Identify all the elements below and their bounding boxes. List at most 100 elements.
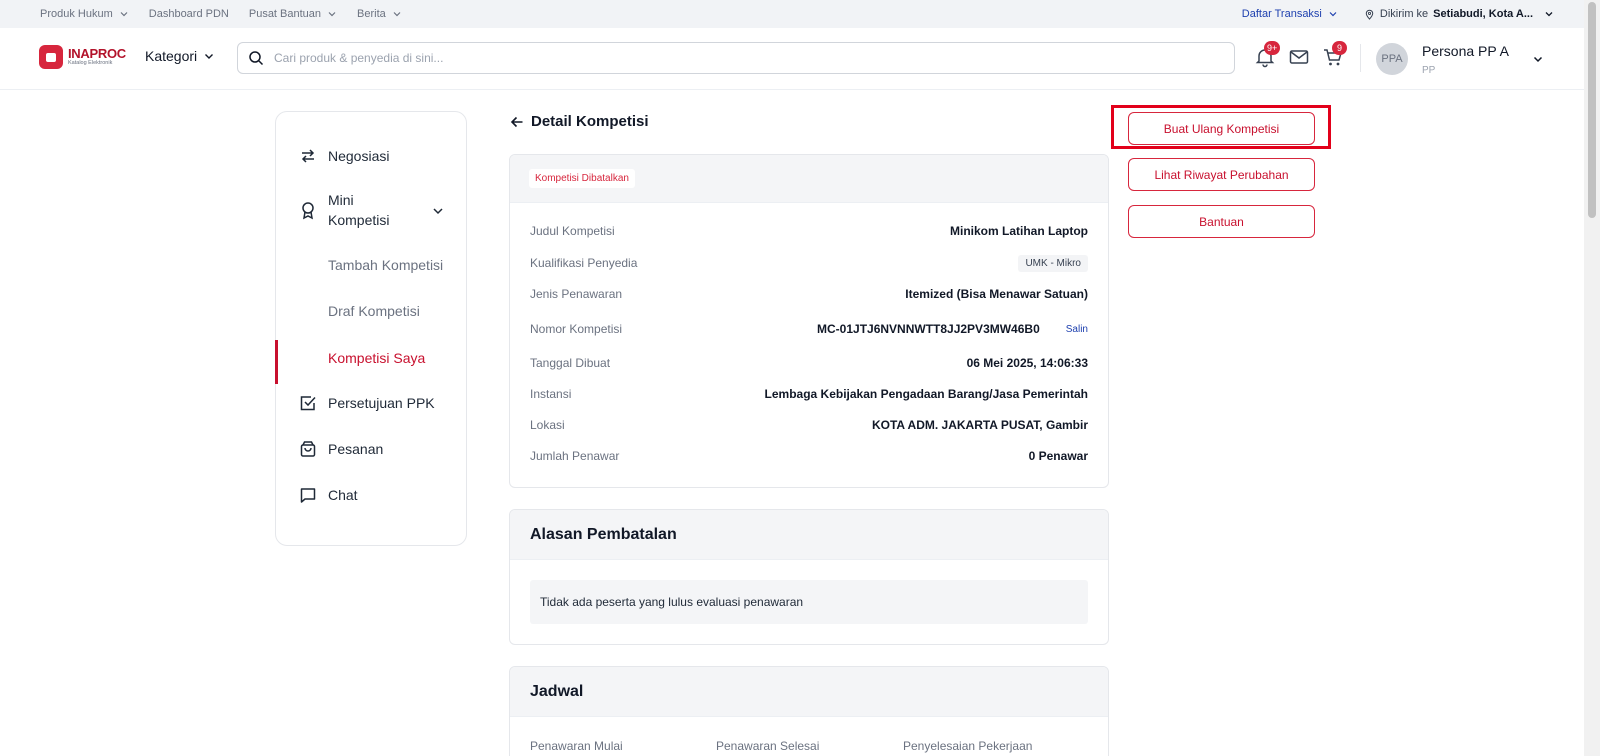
detail-row-jumlah: Jumlah Penawar 0 Penawar [530, 446, 1088, 466]
chevron-down-icon [393, 12, 401, 17]
detail-row-instansi: Instansi Lembaga Kebijakan Pengadaan Bar… [530, 384, 1088, 404]
schedule-title: Jadwal [530, 683, 584, 700]
utility-nav: Produk Hukum Dashboard PDN Pusat Bantuan… [40, 0, 402, 28]
recreate-competition-button[interactable]: Buat Ulang Kompetisi [1128, 112, 1315, 145]
sidebar-sub-tambah-kompetisi[interactable]: Tambah Kompetisi [328, 257, 443, 273]
utility-item-label: Berita [357, 8, 386, 20]
mail-icon [1289, 50, 1309, 64]
cancellation-title: Alasan Pembatalan [530, 526, 677, 543]
ship-prefix: Dikirim ke [1379, 8, 1429, 20]
detail-key: Tanggal Dibuat [530, 356, 611, 370]
detail-key: Instansi [530, 387, 572, 401]
chevron-down-icon [1545, 12, 1553, 17]
detail-row-jenis-penawaran: Jenis Penawaran Itemized (Bisa Menawar S… [530, 284, 1088, 304]
shopping-bag-icon [39, 45, 63, 69]
status-badge: Kompetisi Dibatalkan [529, 169, 635, 188]
utility-bar: Produk Hukum Dashboard PDN Pusat Bantuan… [0, 0, 1584, 28]
logo-sub-text: Katalog Elektronik [68, 60, 113, 67]
detail-card: Kompetisi Dibatalkan Judul Kompetisi Min… [509, 154, 1109, 488]
help-button[interactable]: Bantuan [1128, 205, 1315, 238]
detail-value: Minikom Latihan Laptop [950, 224, 1088, 238]
user-menu-toggle[interactable] [1532, 53, 1544, 65]
chevron-down-icon [120, 12, 128, 17]
sidebar-sub-kompetisi-saya[interactable]: Kompetisi Saya [328, 350, 425, 366]
chevron-down-icon [1533, 56, 1543, 63]
detail-row-tanggal: Tanggal Dibuat 06 Mei 2025, 14:06:33 [530, 353, 1088, 373]
search-input[interactable] [274, 51, 1174, 65]
chat-icon [300, 488, 316, 503]
detail-value: MC-01JTJ6NVNNWTT8JJ2PV3MW46B0 [817, 322, 1040, 336]
detail-key: Nomor Kompetisi [530, 322, 623, 336]
detail-value: KOTA ADM. JAKARTA PUSAT, Gambir [871, 418, 1088, 432]
scrollbar[interactable] [1584, 0, 1600, 756]
shipping-location[interactable]: Dikirim ke Setiabudi, Kota A... [1364, 8, 1554, 20]
cancellation-header: Alasan Pembatalan [510, 510, 1108, 560]
inaproc-logo[interactable]: INAPROC Katalog Elektronik [39, 45, 126, 69]
sidebar-item-negosiasi[interactable]: Negosiasi [276, 144, 466, 168]
search-bar[interactable] [237, 42, 1235, 74]
cart-button[interactable]: 9 [1322, 41, 1347, 70]
utility-item-pusat-bantuan[interactable]: Pusat Bantuan [249, 8, 337, 20]
detail-key: Jenis Penawaran [530, 287, 623, 301]
detail-row-nomor: Nomor Kompetisi MC-01JTJ6NVNNWTT8JJ2PV3M… [530, 319, 1088, 339]
detail-card-header: Kompetisi Dibatalkan [510, 155, 1108, 203]
page-title-text: Detail Kompetisi [531, 113, 649, 130]
avatar[interactable]: PPA [1376, 43, 1408, 75]
sidebar-item-mini-kompetisi[interactable]: Mini Kompetisi [276, 190, 466, 230]
chevron-down-icon [1329, 12, 1337, 17]
schedule-card: Jadwal Penawaran Mulai Penawaran Selesai… [509, 666, 1109, 756]
header-divider [1360, 44, 1361, 72]
utility-item-label: Dashboard PDN [148, 8, 229, 20]
active-indicator [275, 340, 278, 384]
sidebar-item-label: Chat [328, 487, 358, 503]
inbox-button[interactable] [1288, 46, 1312, 70]
sidebar-item-label: Mini Kompetisi [328, 190, 389, 230]
utility-item-label: Pusat Bantuan [248, 8, 322, 20]
main-header: INAPROC Katalog Elektronik Kategori 9+ 9… [0, 28, 1584, 90]
cancellation-reason: Tidak ada peserta yang lulus evaluasi pe… [530, 580, 1088, 624]
notification-badge: 9+ [1264, 41, 1281, 55]
utility-item-berita[interactable]: Berita [357, 8, 402, 20]
detail-row-lokasi: Lokasi KOTA ADM. JAKARTA PUSAT, Gambir [530, 415, 1088, 435]
category-dropdown[interactable]: Kategori [145, 48, 215, 64]
arrow-left-icon[interactable] [510, 115, 524, 129]
utility-item-label: Produk Hukum [40, 8, 113, 20]
transactions-link[interactable]: Daftar Transaksi [1242, 8, 1338, 20]
mini-label-line2: Kompetisi [328, 212, 390, 228]
utility-item-dashboard-pdn[interactable]: Dashboard PDN [149, 8, 229, 20]
user-name[interactable]: Persona PP A [1422, 43, 1509, 59]
sidebar-sub-draf-kompetisi[interactable]: Draf Kompetisi [328, 303, 420, 319]
location-pin-icon [1365, 9, 1374, 20]
award-icon [302, 202, 314, 220]
detail-key: Jumlah Penawar [530, 449, 620, 463]
view-history-button[interactable]: Lihat Riwayat Perubahan [1128, 158, 1315, 191]
utility-item-produk-hukum[interactable]: Produk Hukum [40, 8, 129, 20]
cart-badge: 9 [1332, 41, 1347, 55]
detail-key: Kualifikasi Penyedia [530, 256, 638, 270]
chevron-down-icon [433, 208, 443, 215]
detail-value: 0 Penawar [1028, 449, 1088, 463]
schedule-col-penawaran-selesai: Penawaran Selesai [716, 739, 820, 753]
schedule-col-penyelesaian: Penyelesaian Pekerjaan [903, 739, 1033, 753]
detail-key: Judul Kompetisi [530, 224, 615, 238]
notification-button[interactable]: 9+ [1254, 41, 1281, 70]
scrollbar-thumb[interactable] [1588, 2, 1596, 218]
detail-row-judul: Judul Kompetisi Minikom Latihan Laptop [530, 221, 1088, 241]
detail-key: Lokasi [530, 418, 565, 432]
sidebar-item-persetujuan-ppk[interactable]: Persetujuan PPK [276, 391, 466, 415]
sidebar: Negosiasi Mini Kompetisi Tambah Kompetisi… [275, 111, 467, 546]
schedule-col-penawaran-mulai: Penawaran Mulai [530, 739, 623, 753]
detail-row-kualifikasi: Kualifikasi Penyedia UMK - Mikro [530, 253, 1088, 273]
chevron-down-icon [328, 12, 336, 17]
detail-value: Lembaga Kebijakan Pengadaan Barang/Jasa … [764, 387, 1088, 401]
bag-icon [300, 441, 316, 457]
sidebar-item-label: Negosiasi [328, 148, 390, 164]
sidebar-item-chat[interactable]: Chat [276, 483, 466, 507]
transactions-label: Daftar Transaksi [1241, 8, 1322, 20]
utility-right: Daftar Transaksi Dikirim ke Setiabudi, K… [1242, 0, 1554, 28]
detail-value: Itemized (Bisa Menawar Satuan) [905, 287, 1088, 301]
copy-button[interactable]: Salin [1066, 324, 1088, 335]
sidebar-item-pesanan[interactable]: Pesanan [276, 437, 466, 461]
check-square-icon [300, 396, 316, 411]
page-title: Detail Kompetisi [510, 113, 649, 130]
